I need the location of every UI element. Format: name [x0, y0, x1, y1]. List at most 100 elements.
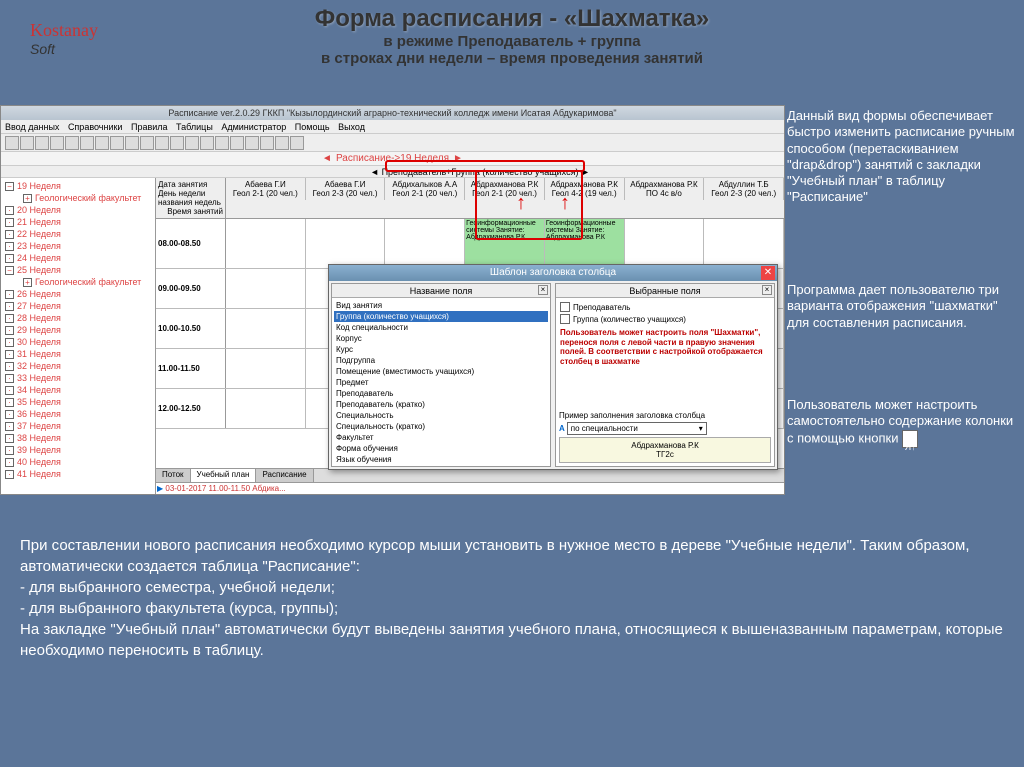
- collapse-icon[interactable]: −: [5, 266, 14, 275]
- toolbar-button[interactable]: [155, 136, 169, 150]
- lesson-cell[interactable]: [306, 219, 386, 268]
- tree-item[interactable]: ·40 Неделя: [3, 456, 153, 468]
- toolbar-button[interactable]: [65, 136, 79, 150]
- toolbar-button[interactable]: [215, 136, 229, 150]
- list-item[interactable]: Преподаватель (кратко): [334, 399, 548, 410]
- checkbox-icon[interactable]: [560, 314, 570, 324]
- collapse-icon[interactable]: −: [5, 182, 14, 191]
- selected-item[interactable]: Преподаватель: [560, 302, 770, 312]
- tab[interactable]: Поток: [156, 469, 191, 482]
- tab[interactable]: Учебный план: [191, 469, 257, 482]
- tree-item[interactable]: ·36 Неделя: [3, 408, 153, 420]
- menu-item[interactable]: Ввод данных: [5, 122, 59, 132]
- selected-item[interactable]: Группа (количество учащихся): [560, 314, 770, 324]
- tree-item[interactable]: ·20 Неделя: [3, 204, 153, 216]
- arrow-left-icon[interactable]: ◄: [370, 167, 379, 177]
- list-item[interactable]: Вид занятия: [334, 300, 548, 311]
- tree-item[interactable]: ·30 Неделя: [3, 336, 153, 348]
- column-header[interactable]: Абдрахманова Р.КГеол 2-1 (20 чел.): [465, 178, 545, 200]
- tree-item[interactable]: ·34 Неделя: [3, 384, 153, 396]
- tree-item[interactable]: ·29 Неделя: [3, 324, 153, 336]
- menu-item[interactable]: Выход: [338, 122, 365, 132]
- toolbar-button[interactable]: [185, 136, 199, 150]
- lesson-cell[interactable]: Геоинформационные системы Занятие: Абдра…: [465, 219, 545, 268]
- toolbar-button[interactable]: [35, 136, 49, 150]
- column-header[interactable]: Абдуллин Т.БГеол 2-3 (20 чел.): [704, 178, 784, 200]
- toolbar-button[interactable]: [95, 136, 109, 150]
- list-item[interactable]: Факультет: [334, 432, 548, 443]
- menu-item[interactable]: Правила: [131, 122, 168, 132]
- tab[interactable]: Расписание: [256, 469, 313, 482]
- lesson-cell[interactable]: [385, 219, 465, 268]
- toolbar-button[interactable]: [245, 136, 259, 150]
- menu-item[interactable]: Таблицы: [176, 122, 213, 132]
- tree-item[interactable]: −19 Неделя: [3, 180, 153, 192]
- expand-icon[interactable]: +: [23, 278, 32, 287]
- arrow-right-icon[interactable]: ►: [453, 153, 463, 164]
- column-header[interactable]: Абдихалыков А.АГеол 2-1 (20 чел.): [385, 178, 465, 200]
- toolbar-button[interactable]: [5, 136, 19, 150]
- lesson-block[interactable]: Геоинформационные системы Занятие: Абдра…: [465, 219, 544, 268]
- list-item[interactable]: Специальность (кратко): [334, 421, 548, 432]
- list-item[interactable]: Предмет: [334, 377, 548, 388]
- a-icon[interactable]: A: [559, 424, 565, 433]
- tree-item[interactable]: ·28 Неделя: [3, 312, 153, 324]
- list-item[interactable]: Корпус: [334, 333, 548, 344]
- toolbar-button[interactable]: [200, 136, 214, 150]
- fields-list[interactable]: Вид занятия Группа (количество учащихся)…: [332, 298, 550, 466]
- tree-item[interactable]: +Геологический факультет: [21, 192, 153, 204]
- tree-item[interactable]: ·31 Неделя: [3, 348, 153, 360]
- tree-item[interactable]: ·32 Неделя: [3, 360, 153, 372]
- toolbar-button[interactable]: [230, 136, 244, 150]
- list-item[interactable]: Подгруппа: [334, 355, 548, 366]
- expand-icon[interactable]: +: [23, 194, 32, 203]
- tree-panel[interactable]: −19 Неделя +Геологический факультет ·20 …: [1, 178, 156, 494]
- tree-item[interactable]: ·39 Неделя: [3, 444, 153, 456]
- toolbar-button[interactable]: [140, 136, 154, 150]
- column-header[interactable]: Абаева Г.ИГеол 2-1 (20 чел.): [226, 178, 306, 200]
- column-header[interactable]: Абдрахманова Р.КГеол 4-2 (19 чел.): [545, 178, 625, 200]
- menu-item[interactable]: Администратор: [221, 122, 286, 132]
- close-icon[interactable]: ×: [538, 285, 548, 295]
- tree-item[interactable]: ·26 Неделя: [3, 288, 153, 300]
- tree-item[interactable]: ·21 Неделя: [3, 216, 153, 228]
- column-header[interactable]: Абдрахманова Р.КПО 4с в/о: [625, 178, 705, 200]
- column-header[interactable]: Абаева Г.ИГеол 2-3 (20 чел.): [306, 178, 386, 200]
- tree-item[interactable]: ·35 Неделя: [3, 396, 153, 408]
- close-icon[interactable]: ×: [762, 285, 772, 295]
- tree-item[interactable]: ·24 Неделя: [3, 252, 153, 264]
- toolbar-button[interactable]: [290, 136, 304, 150]
- lesson-cell[interactable]: [704, 219, 784, 268]
- tree-item[interactable]: ·23 Неделя: [3, 240, 153, 252]
- toolbar-button[interactable]: [110, 136, 124, 150]
- list-item[interactable]: Специальность: [334, 410, 548, 421]
- lesson-cell[interactable]: [226, 219, 306, 268]
- list-item[interactable]: Преподаватель: [334, 388, 548, 399]
- checkbox-icon[interactable]: [560, 302, 570, 312]
- list-item[interactable]: Группа (количество учащихся): [334, 311, 548, 322]
- toolbar-button[interactable]: [80, 136, 94, 150]
- toolbar-button[interactable]: [260, 136, 274, 150]
- example-select[interactable]: по специальности ▾: [567, 422, 707, 435]
- lesson-cell[interactable]: [226, 269, 306, 308]
- list-item[interactable]: Язык обучения: [334, 454, 548, 465]
- tree-item[interactable]: +Геологический факультет: [21, 276, 153, 288]
- lesson-cell[interactable]: Геоинформационные системы Занятие: Абдра…: [545, 219, 625, 268]
- menu-item[interactable]: Помощь: [295, 122, 330, 132]
- list-item[interactable]: Курс: [334, 344, 548, 355]
- tab-content-row[interactable]: ▶ 03-01-2017 11.00-11.50 Абдика...: [156, 482, 784, 494]
- toolbar-button[interactable]: [170, 136, 184, 150]
- lesson-cell[interactable]: [625, 219, 705, 268]
- toolbar-button[interactable]: [125, 136, 139, 150]
- toolbar-button[interactable]: [275, 136, 289, 150]
- arrow-right-icon[interactable]: ►: [581, 167, 590, 177]
- arrow-left-icon[interactable]: ◄: [322, 153, 332, 164]
- toolbar-button[interactable]: [50, 136, 64, 150]
- lesson-block[interactable]: Геоинформационные системы Занятие: Абдра…: [545, 219, 624, 268]
- tree-item[interactable]: ·22 Неделя: [3, 228, 153, 240]
- list-item[interactable]: Помещение (вместимость учащихся): [334, 366, 548, 377]
- tree-item[interactable]: ·41 Неделя: [3, 468, 153, 480]
- tree-item[interactable]: ·27 Неделя: [3, 300, 153, 312]
- menu-item[interactable]: Справочники: [68, 122, 123, 132]
- tree-item[interactable]: −25 Неделя: [3, 264, 153, 276]
